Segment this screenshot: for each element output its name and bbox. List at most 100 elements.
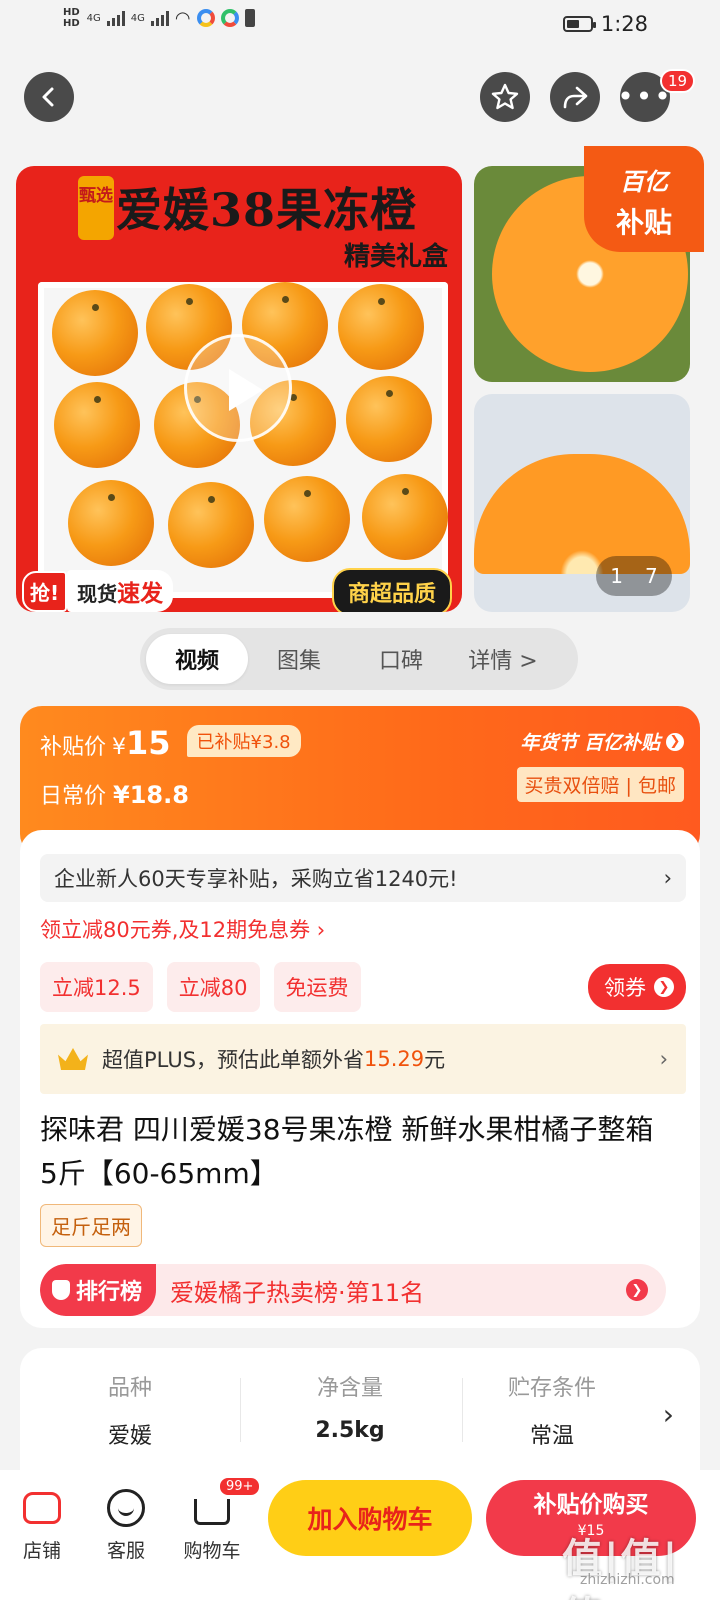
- shop-button[interactable]: 店铺: [2, 1480, 82, 1563]
- more-badge: 19: [660, 69, 696, 93]
- ranking-text: 爱媛橘子热卖榜·第11名: [170, 1278, 425, 1307]
- cart-label: 购物车: [183, 1540, 241, 1562]
- spec-value: 爱媛: [107, 1424, 152, 1449]
- subsidy-tag-line2: 补贴: [615, 206, 672, 239]
- ranking-badge-label: 排行榜: [76, 1280, 143, 1305]
- add-to-cart-button[interactable]: 加入购物车: [268, 1480, 472, 1556]
- chat-smile-icon: [107, 1489, 145, 1527]
- currency-symbol: ¥: [112, 735, 127, 760]
- banner-subtitle: 精美礼盒: [343, 242, 448, 272]
- pager-current: 1: [610, 564, 623, 588]
- image-pager: 1 7: [596, 556, 672, 596]
- spec-key: 净含量: [316, 1376, 383, 1401]
- service-label: 客服: [106, 1540, 145, 1562]
- wifi-icon: ◠: [174, 7, 191, 29]
- guarantee-label: 买贵双倍赔 | 包邮: [516, 767, 684, 802]
- spec-key: 贮存条件: [507, 1376, 596, 1401]
- tab-video[interactable]: 视频: [146, 634, 248, 684]
- media-tabs: 视频 图集 口碑 详情 >: [140, 628, 578, 690]
- clock: 1:28: [600, 12, 648, 36]
- promo-info-card: 企业新人60天专享补贴，采购立省1240元! › 领立减80元券,及12期免息券…: [20, 830, 700, 1328]
- signal-icon: [106, 10, 125, 26]
- chevron-right-icon: ›: [662, 1398, 674, 1431]
- quality-label: 商超品质: [331, 568, 452, 612]
- back-arrow-icon: [42, 87, 54, 107]
- fast-label-prefix: 现货: [77, 582, 118, 606]
- ranking-banner[interactable]: 排行榜 爱媛橘子热卖榜·第11名 ❯: [40, 1264, 666, 1316]
- ranking-badge: 排行榜: [40, 1264, 157, 1316]
- watermark-url: zhizhizhi.com: [580, 1572, 675, 1588]
- play-video-button[interactable]: [184, 334, 292, 442]
- cart-icon: [194, 1499, 230, 1525]
- star-icon: [491, 83, 519, 110]
- crown-icon: [58, 1048, 88, 1070]
- main-product-image[interactable]: 甄选 爱媛38果冻橙 精美礼盒 抢! 现货速发 商超品质: [16, 166, 462, 612]
- share-icon: [563, 86, 588, 109]
- new-user-text: 企业新人60天专享补贴，采购立省1240元!: [54, 867, 458, 891]
- get-coupon-label: 领券: [604, 976, 646, 1000]
- rush-label: 抢!: [22, 570, 68, 612]
- tab-details[interactable]: 详情 >: [452, 634, 554, 684]
- network-indicators: HD HD 4G 4G ◠: [62, 6, 255, 30]
- network-type: 4G: [86, 12, 101, 24]
- product-tag: 足斤足两: [40, 1204, 142, 1247]
- discount-chip[interactable]: 免运费: [273, 962, 361, 1012]
- discount-chips: 立减12.5 立减80 免运费: [40, 962, 361, 1012]
- battery-icon: [562, 16, 596, 32]
- plus-savings-banner[interactable]: 超值PLUS，预估此单额外省 15.29 元 ›: [40, 1024, 686, 1094]
- shop-label: 店铺: [22, 1540, 61, 1562]
- watermark: 值|值|值: [562, 1536, 680, 1600]
- spec-value: 2.5kg: [315, 1418, 385, 1443]
- subsidy-tag-line1: 百亿: [620, 168, 668, 196]
- regular-price-label: 日常价: [40, 784, 107, 809]
- cart-button[interactable]: 99+ 购物车: [172, 1476, 262, 1563]
- new-user-banner[interactable]: 企业新人60天专享补贴，采购立省1240元! ›: [40, 854, 686, 902]
- alert-icon: [244, 9, 255, 27]
- trophy-icon: [52, 1280, 70, 1300]
- plus-unit: 元: [424, 1048, 446, 1072]
- chevron-right-icon: ›: [663, 866, 672, 890]
- subsidy-price-label: 补贴价: [40, 735, 107, 760]
- discount-chip[interactable]: 立减80: [166, 962, 260, 1012]
- chevron-right-icon: ›: [659, 1047, 668, 1071]
- fast-shipping-label: 抢! 现货速发: [22, 570, 174, 612]
- status-right: 1:28: [562, 12, 648, 36]
- status-bar: HD HD 4G 4G ◠ 1:28: [0, 0, 720, 50]
- subsidy-tag: 百亿 补贴: [584, 146, 704, 252]
- tab-gallery[interactable]: 图集: [248, 634, 350, 684]
- back-button[interactable]: [24, 72, 74, 122]
- subsidized-amount-badge: 已补贴¥3.8: [186, 725, 301, 757]
- program-label: 年货节 百亿补贴: [520, 732, 660, 754]
- fast-label-emph: 速发: [117, 581, 164, 607]
- customer-service-button[interactable]: 客服: [86, 1480, 166, 1563]
- hd-indicator: HD HD: [63, 7, 80, 29]
- network-type-2: 4G: [130, 12, 145, 24]
- pager-total: 7: [645, 564, 658, 588]
- plus-amount: 15.29: [364, 1047, 425, 1071]
- coupon-link[interactable]: 领立减80元券,及12期免息券 ›: [40, 914, 325, 944]
- shop-icon: [23, 1492, 61, 1524]
- subsidy-program-link[interactable]: 年货节 百亿补贴 ❯: [517, 728, 684, 755]
- app-notification-icon: [196, 9, 215, 27]
- discount-chip[interactable]: 立减12.5: [40, 962, 153, 1012]
- product-title: 探味君 四川爱媛38号果冻橙 新鲜水果柑橘子整箱 5斤【60-65mm】: [40, 1113, 654, 1190]
- chevron-right-icon: ❯: [626, 1279, 648, 1301]
- regular-price: ¥18.8: [113, 781, 189, 809]
- plus-text: 超值PLUS，预估此单额外省: [102, 1048, 365, 1072]
- more-dots-icon: •••: [617, 80, 673, 113]
- spec-item: 品种 爱媛: [20, 1370, 240, 1450]
- chevron-right-icon: ❯: [654, 977, 674, 997]
- tab-reviews[interactable]: 口碑: [350, 634, 452, 684]
- spec-key: 品种: [107, 1376, 152, 1401]
- buy-now-label: 补贴价购买: [533, 1492, 649, 1518]
- chevron-right-icon: ❯: [666, 732, 684, 751]
- signal-icon-2: [150, 10, 169, 26]
- spec-item: 净含量 2.5kg: [240, 1370, 460, 1443]
- banner-title: 爱媛38果冻橙: [116, 183, 418, 237]
- app-notification-icon-2: [220, 9, 239, 27]
- cart-badge: 99+: [218, 1476, 262, 1497]
- subsidy-price: 15: [126, 724, 171, 762]
- favorite-button[interactable]: [480, 72, 530, 122]
- share-button[interactable]: [550, 72, 600, 122]
- get-coupon-button[interactable]: 领券 ❯: [588, 964, 686, 1010]
